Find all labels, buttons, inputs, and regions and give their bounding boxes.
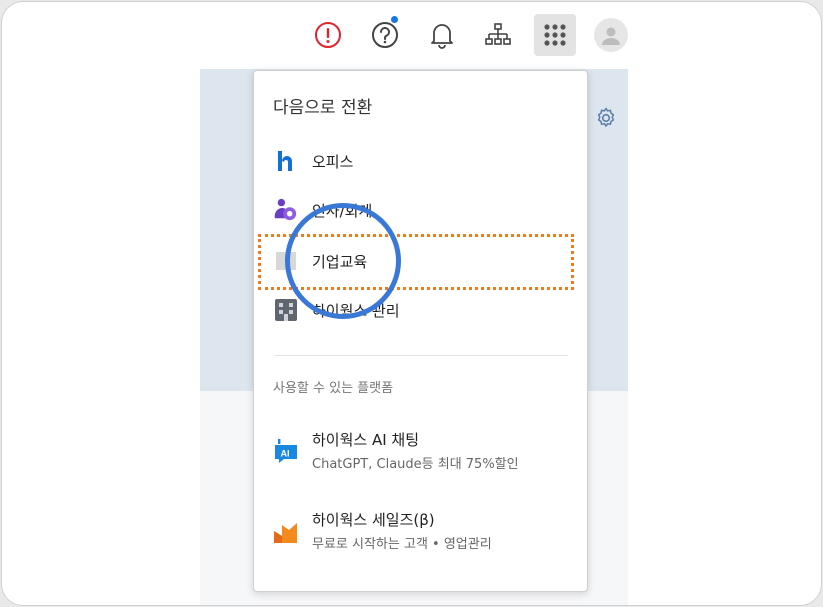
hiworks-admin-icon	[274, 298, 298, 322]
help-icon[interactable]	[364, 14, 406, 56]
hiworks-office-icon	[274, 149, 298, 173]
hr-accounting-icon	[274, 198, 298, 222]
apps-grid-icon[interactable]	[534, 14, 576, 56]
ai-chat-icon: AI	[272, 437, 300, 465]
svg-text:AI: AI	[281, 449, 290, 459]
switch-service-dropdown: 다음으로 전환 오피스 인사/회계 기업교육 하이웍스 관리 사용할 수 있는 …	[253, 70, 588, 592]
bell-icon[interactable]	[421, 14, 463, 56]
platform-name: 하이웍스 세일즈(β)	[312, 511, 435, 529]
platform-name: 하이웍스 AI 채팅	[312, 431, 420, 449]
alert-icon[interactable]	[307, 14, 349, 56]
org-chart-icon[interactable]	[477, 14, 519, 56]
screenshot-frame: 다음으로 전환 오피스 인사/회계 기업교육 하이웍스 관리 사용할 수 있는 …	[1, 1, 822, 606]
platform-item-sales[interactable]: 하이웍스 세일즈(β) 무료로 시작하는 고객 • 영업관리	[254, 509, 587, 559]
menu-item-label: 오피스	[312, 152, 354, 171]
avatar-icon[interactable]	[594, 18, 628, 52]
menu-item-office[interactable]: 오피스	[254, 141, 587, 181]
platform-description: 무료로 시작하는 고객 • 영업관리	[312, 537, 492, 552]
sales-icon	[272, 517, 300, 545]
notification-dot	[391, 16, 398, 23]
dropdown-title: 다음으로 전환	[273, 98, 373, 118]
gear-icon[interactable]	[594, 106, 618, 130]
highlight-circle	[285, 203, 401, 319]
platform-description: ChatGPT, Claude등 최대 75%할인	[312, 457, 519, 472]
platform-section-label: 사용할 수 있는 플랫폼	[273, 381, 394, 396]
platform-item-ai-chat[interactable]: AI 하이웍스 AI 채팅 ChatGPT, Claude등 최대 75%할인	[254, 429, 587, 479]
dropdown-divider	[274, 355, 568, 356]
